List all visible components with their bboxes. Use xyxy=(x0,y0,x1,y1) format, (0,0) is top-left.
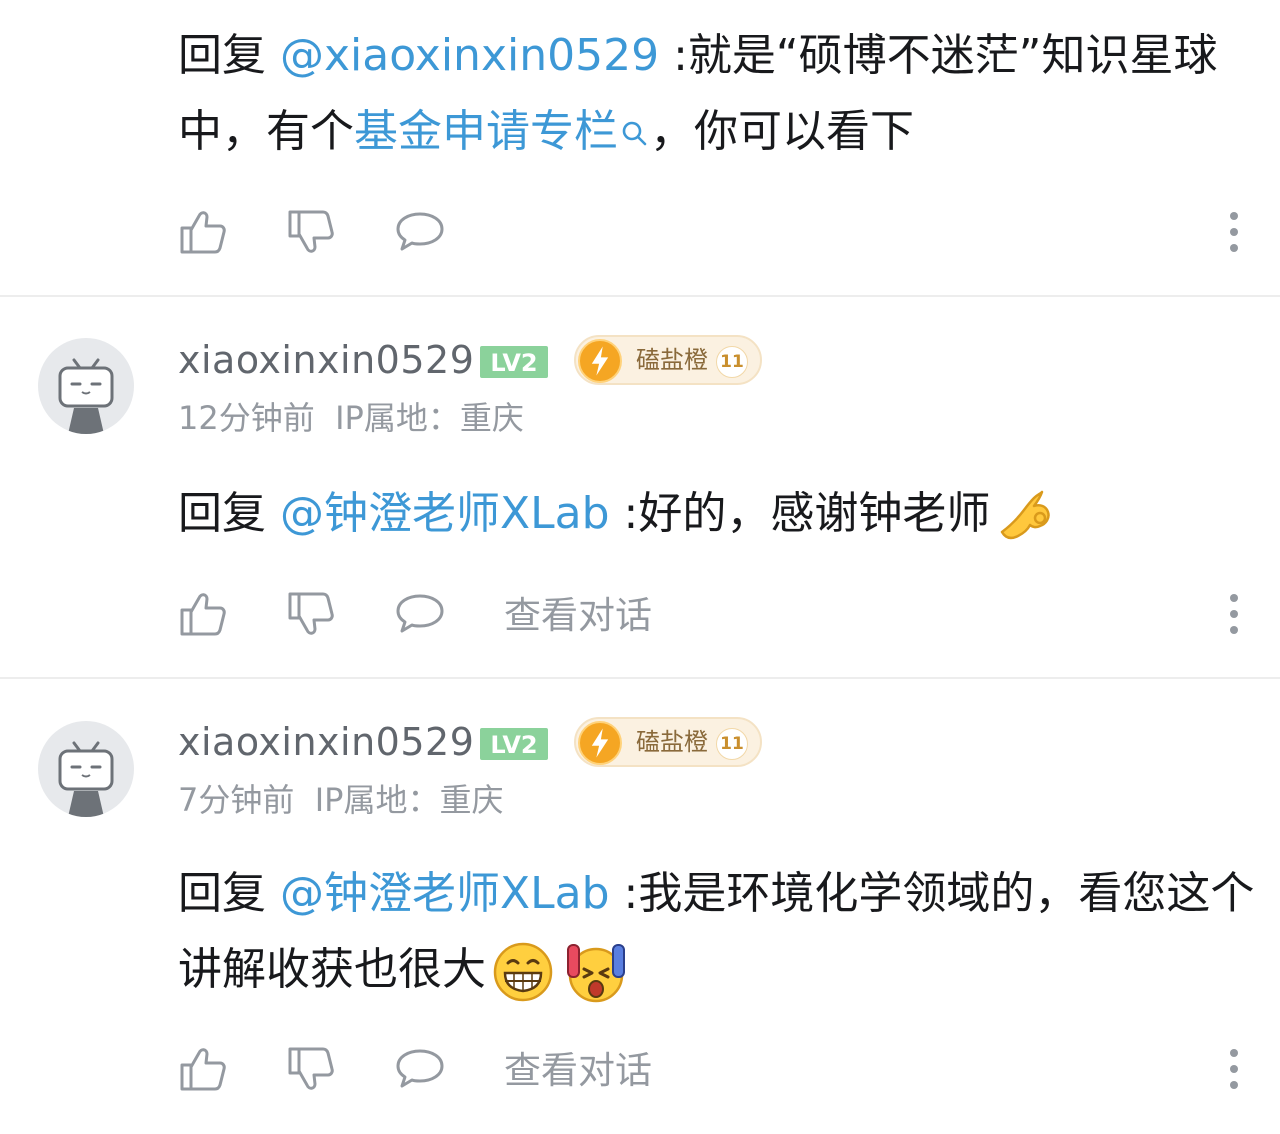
comment-text: 回复 @钟澄老师XLab :好的，感谢钟老师 xyxy=(178,476,1268,552)
reply-prefix: 回复 xyxy=(178,488,280,539)
comment-text: 回复 @xiaoxinxin0529 :就是“硕博不迷茫”知识星球中，有个基金申… xyxy=(178,18,1268,170)
username[interactable]: xiaoxinxin0529 xyxy=(178,720,474,764)
comment-divider xyxy=(0,677,1280,679)
fan-medal-level: 11 xyxy=(716,346,748,378)
view-conversation-button[interactable]: 查看对话 xyxy=(504,594,652,638)
comment-icon[interactable] xyxy=(394,1043,446,1095)
username[interactable]: xiaoxinxin0529 xyxy=(178,338,474,382)
comment-divider xyxy=(0,295,1280,297)
thumb-up-icon[interactable] xyxy=(178,1043,230,1095)
mention-link[interactable]: @钟澄老师XLab xyxy=(280,488,610,539)
comment-time: 12分钟前 xyxy=(178,399,315,437)
comment-icon[interactable] xyxy=(394,206,446,258)
comment-actions: 查看对话 xyxy=(178,588,1258,644)
mention-link[interactable]: @钟澄老师XLab xyxy=(280,868,610,919)
mention-link[interactable]: @xiaoxinxin0529 xyxy=(280,30,659,81)
fan-medal[interactable]: 磕盐橙 11 xyxy=(574,335,762,385)
lightning-icon xyxy=(578,721,622,765)
shocked-emoji xyxy=(567,944,625,1003)
more-vertical-icon[interactable] xyxy=(1222,590,1246,638)
thumb-down-icon[interactable] xyxy=(286,588,338,640)
comment-actions: 查看对话 xyxy=(178,1043,1258,1099)
reply-prefix: 回复 xyxy=(178,868,280,919)
tv-mascot-icon xyxy=(58,741,114,817)
view-conversation-button[interactable]: 查看对话 xyxy=(504,1049,652,1093)
svg-text:LV2: LV2 xyxy=(490,731,537,759)
comment-icon[interactable] xyxy=(394,588,446,640)
fan-medal[interactable]: 磕盐橙 11 xyxy=(574,717,762,767)
ip-location: IP属地：重庆 xyxy=(335,399,524,437)
comment-text-part: :好的，感谢钟老师 xyxy=(609,488,991,539)
level-badge: LV2 xyxy=(480,728,548,760)
more-vertical-icon[interactable] xyxy=(1222,1045,1246,1093)
comment-text-part: ，你可以看下 xyxy=(650,106,914,157)
comment-actions xyxy=(178,206,1258,262)
grinning-emoji xyxy=(493,942,553,1002)
thumb-up-icon[interactable] xyxy=(178,588,230,640)
ok-hand-emoji xyxy=(1001,490,1051,540)
search-icon[interactable] xyxy=(620,119,650,149)
comment-text: 回复 @钟澄老师XLab :我是环境化学领域的，看您这个讲解收获也很大 xyxy=(178,856,1268,1008)
svg-text:LV2: LV2 xyxy=(490,349,537,377)
tv-mascot-icon xyxy=(58,358,114,434)
avatar[interactable] xyxy=(38,721,134,817)
thumb-up-icon[interactable] xyxy=(178,206,230,258)
reply-prefix: 回复 xyxy=(178,30,280,81)
fan-medal-name: 磕盐橙 xyxy=(636,346,708,374)
level-badge: LV2 xyxy=(480,346,548,378)
thumb-down-icon[interactable] xyxy=(286,206,338,258)
fan-medal-name: 磕盐橙 xyxy=(636,728,708,756)
comment-meta: 12分钟前 IP属地：重庆 xyxy=(178,399,524,437)
comment-meta: 7分钟前 IP属地：重庆 xyxy=(178,781,503,819)
search-link[interactable]: 基金申请专栏 xyxy=(354,106,618,157)
thumb-down-icon[interactable] xyxy=(286,1043,338,1095)
more-vertical-icon[interactable] xyxy=(1222,208,1246,256)
lightning-icon xyxy=(578,339,622,383)
ip-location: IP属地：重庆 xyxy=(314,781,504,819)
fan-medal-level: 11 xyxy=(716,728,748,760)
avatar[interactable] xyxy=(38,338,134,434)
comment-time: 7分钟前 xyxy=(178,781,295,819)
